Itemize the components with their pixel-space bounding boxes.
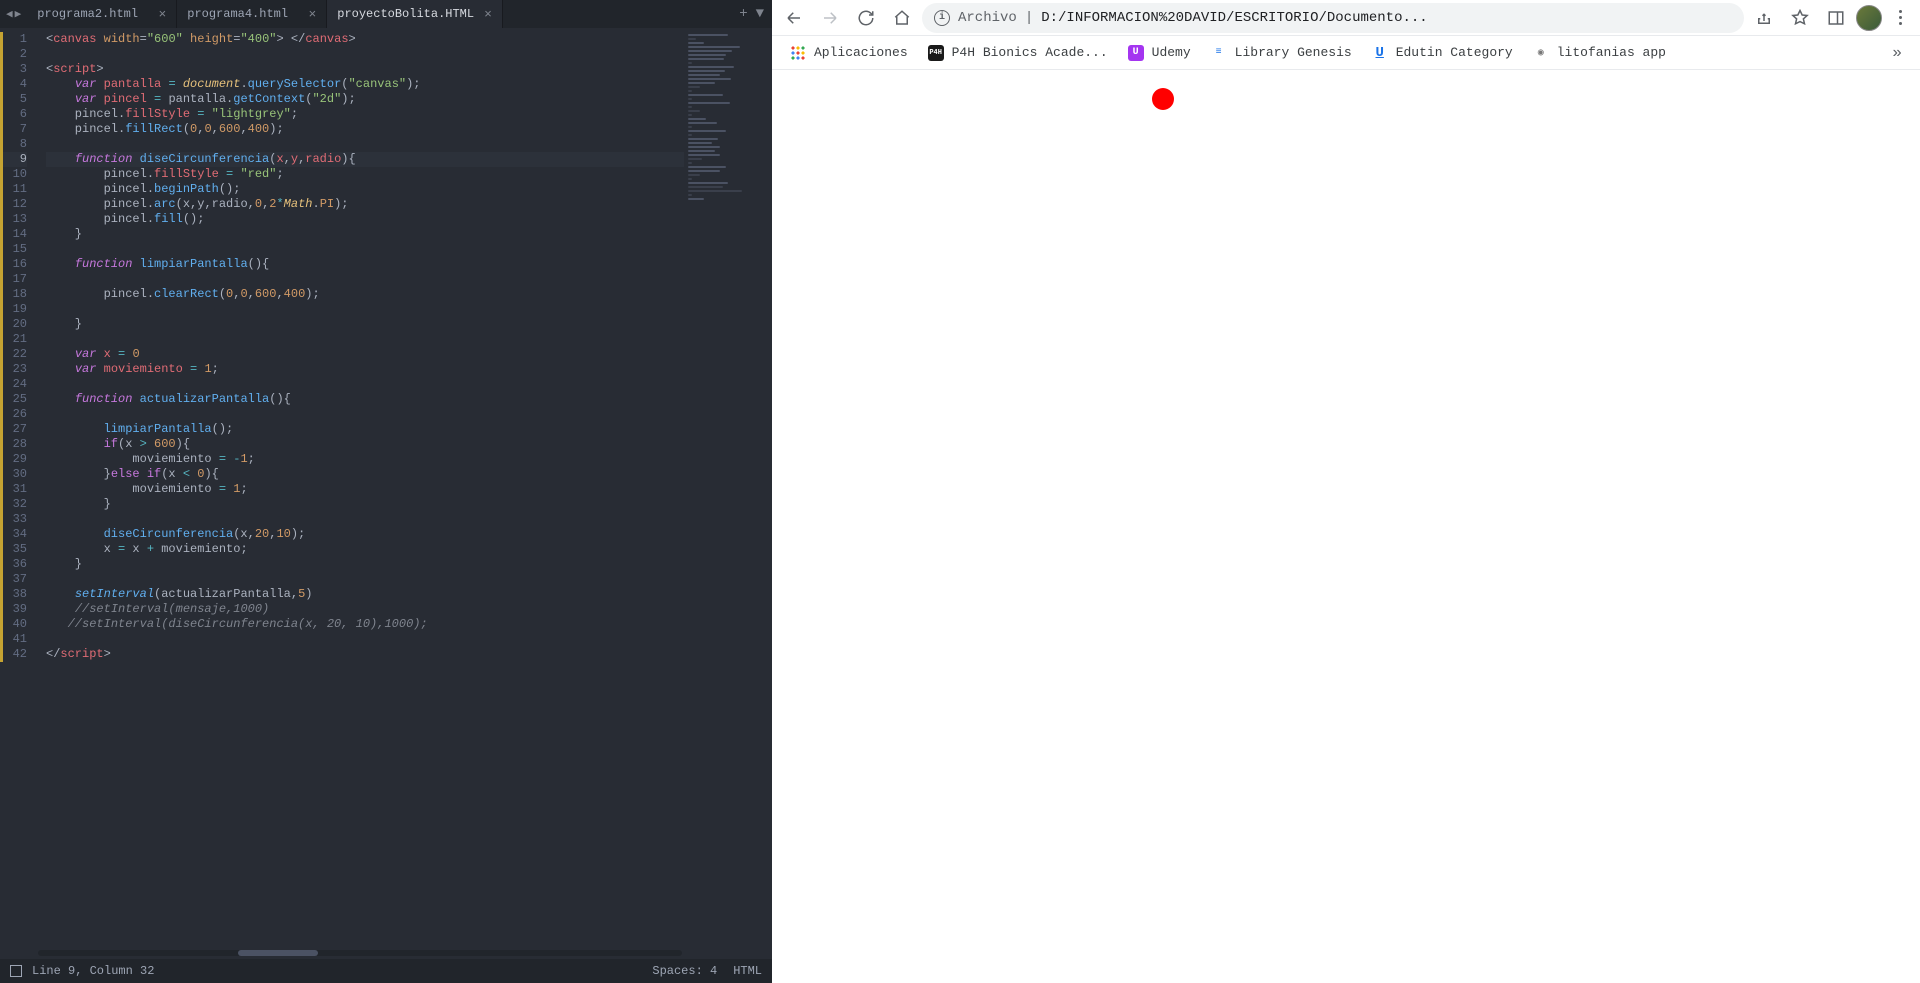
reload-button[interactable] [850, 2, 882, 34]
bookmark-button[interactable] [1784, 2, 1816, 34]
red-ball [1152, 88, 1174, 110]
bookmark-edutin[interactable]: U Edutin Category [1364, 41, 1521, 65]
code-area[interactable]: 1234567891011121314151617181920212223242… [0, 28, 772, 947]
tab-list-icon[interactable]: ▼ [756, 6, 764, 22]
tab-next-icon[interactable]: ▶ [15, 7, 22, 21]
bookmark-label: Edutin Category [1396, 45, 1513, 60]
url-prefix: Archivo [958, 10, 1017, 26]
tab-label: programa2.html [37, 7, 138, 21]
tab-programa2[interactable]: programa2.html × [27, 0, 177, 28]
code-editor-pane: ◀ ▶ programa2.html × programa4.html × pr… [0, 0, 772, 983]
code-content[interactable]: <canvas width="600" height="400"> </canv… [38, 28, 772, 947]
browser-viewport [772, 70, 1920, 983]
share-icon [1755, 9, 1773, 27]
share-button[interactable] [1748, 2, 1780, 34]
menu-button[interactable] [1886, 4, 1914, 32]
cursor-position: Line 9, Column 32 [32, 964, 154, 978]
tab-controls: + ▼ [731, 0, 772, 28]
tab-nav: ◀ ▶ [0, 0, 27, 28]
tab-label: proyectoBolita.HTML [337, 7, 474, 21]
side-panel-button[interactable] [1820, 2, 1852, 34]
url-text: D:/INFORMACION%20DAVID/ESCRITORIO/Docume… [1041, 10, 1732, 26]
forward-button[interactable] [814, 2, 846, 34]
spaces-indicator[interactable]: Spaces: 4 [652, 964, 717, 978]
libgen-icon: ≡ [1211, 45, 1227, 61]
tab-programa4[interactable]: programa4.html × [177, 0, 327, 28]
close-icon[interactable]: × [484, 7, 492, 22]
p4h-icon: P4H [928, 45, 944, 61]
udemy-icon: U [1128, 45, 1144, 61]
panel-icon [1827, 9, 1845, 27]
address-bar[interactable]: i Archivo | D:/INFORMACION%20DAVID/ESCRI… [922, 3, 1744, 33]
home-icon [893, 9, 911, 27]
minimap[interactable] [684, 28, 772, 947]
star-icon [1791, 9, 1809, 27]
bookmark-udemy[interactable]: U Udemy [1120, 41, 1199, 65]
horizontal-scrollbar[interactable] [0, 947, 772, 959]
edutin-icon: U [1372, 45, 1388, 61]
site-info-icon[interactable]: i [934, 10, 950, 26]
back-button[interactable] [778, 2, 810, 34]
bookmark-aplicaciones[interactable]: Aplicaciones [782, 41, 916, 65]
bookmark-p4h[interactable]: P4H P4H Bionics Acade... [920, 41, 1116, 65]
browser-pane: i Archivo | D:/INFORMACION%20DAVID/ESCRI… [772, 0, 1920, 983]
home-button[interactable] [886, 2, 918, 34]
bookmark-label: Udemy [1152, 45, 1191, 60]
bookmark-label: Aplicaciones [814, 45, 908, 60]
tab-label: programa4.html [187, 7, 288, 21]
apps-icon [790, 45, 806, 61]
litofanias-icon: ◉ [1533, 45, 1549, 61]
bookmark-label: P4H Bionics Acade... [952, 45, 1108, 60]
reload-icon [857, 9, 875, 27]
bookmark-label: Library Genesis [1235, 45, 1352, 60]
panel-icon[interactable] [10, 965, 22, 977]
new-tab-icon[interactable]: + [739, 6, 747, 22]
bookmarks-bar: Aplicaciones P4H P4H Bionics Acade... U … [772, 36, 1920, 70]
tab-bar: ◀ ▶ programa2.html × programa4.html × pr… [0, 0, 772, 28]
tab-proyectobolita[interactable]: proyectoBolita.HTML × [327, 0, 503, 28]
close-icon[interactable]: × [158, 7, 166, 22]
browser-toolbar: i Archivo | D:/INFORMACION%20DAVID/ESCRI… [772, 0, 1920, 36]
profile-avatar[interactable] [1856, 5, 1882, 31]
tab-prev-icon[interactable]: ◀ [6, 7, 13, 21]
bookmark-label: litofanias app [1557, 45, 1666, 60]
arrow-right-icon [821, 9, 839, 27]
bookmarks-overflow[interactable]: » [1884, 44, 1910, 62]
bookmark-libgen[interactable]: ≡ Library Genesis [1203, 41, 1360, 65]
status-bar: Line 9, Column 32 Spaces: 4 HTML [0, 959, 772, 983]
arrow-left-icon [785, 9, 803, 27]
language-indicator[interactable]: HTML [733, 964, 762, 978]
bookmark-litofanias[interactable]: ◉ litofanias app [1525, 41, 1674, 65]
line-gutter: 1234567891011121314151617181920212223242… [0, 28, 38, 947]
close-icon[interactable]: × [308, 7, 316, 22]
scrollbar-thumb[interactable] [238, 950, 318, 956]
